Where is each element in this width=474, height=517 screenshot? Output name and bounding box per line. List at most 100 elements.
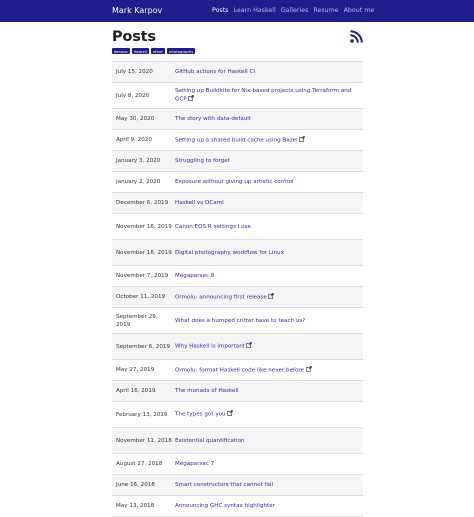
nav-link-about-me[interactable]: About me [344, 6, 375, 15]
post-date: May 13, 2018 [116, 503, 155, 509]
external-link-icon [227, 410, 233, 417]
tag-haskell[interactable]: haskell [131, 48, 149, 54]
tag-other[interactable]: other [150, 48, 166, 54]
nav-link-posts[interactable]: Posts [212, 6, 228, 15]
tag-list: devops haskell other photography [112, 48, 196, 54]
post-row: November 16, 2019 Digital photography wor… [112, 240, 363, 266]
post-title-text: Haskell vs OCaml [175, 200, 224, 206]
post-title-link[interactable]: What does a humped critter have to teach… [172, 308, 363, 333]
post-title-text: Announcing GHC syntax highlighter [175, 503, 275, 509]
post-title-text: Why Haskell is important [175, 342, 253, 351]
post-date: November 16, 2019 [116, 249, 172, 256]
post-title-link[interactable]: Struggling to forget [172, 151, 363, 171]
post-title-text: What does a humped critter have to teach… [175, 317, 306, 324]
post-date: November 11, 2018 [116, 437, 172, 444]
post-title-link[interactable]: Canon EOS R settings I use [172, 214, 363, 239]
post-row: January 3, 2020 Struggling to forget [112, 151, 363, 172]
nav-links: Posts Learn Haskell Galleries Resume Abo… [212, 6, 374, 15]
post-title-text: Setting up a shared build cache using Ba… [175, 135, 306, 145]
post-title-link[interactable]: The types got you [172, 402, 363, 427]
post-date: May 27, 2019 [116, 367, 155, 373]
post-row: June 16, 2018 Smart constructors that can… [112, 475, 363, 496]
post-title-link[interactable]: Megaparsec 8 [172, 266, 363, 286]
post-title-text: Megaparsec 7 [175, 461, 215, 467]
post-row: November 11, 2018 Existential quantificat… [112, 428, 363, 454]
post-row: January 2, 2020 Exposure without giving u… [112, 172, 363, 193]
external-link-icon [305, 365, 312, 372]
post-date: August 27, 2018 [116, 461, 163, 467]
post-row: April 16, 2019 The monads of Haskell [112, 381, 363, 402]
post-row: December 6, 2019 Haskell vs OCaml [112, 193, 363, 214]
post-title-link[interactable]: Existential quantification [172, 428, 363, 453]
post-title-link[interactable]: Haskell vs OCaml [172, 193, 363, 213]
post-date: November 16, 2019 [116, 223, 172, 230]
external-link-icon [188, 95, 194, 102]
nav-link-learn-haskell[interactable]: Learn Haskell [233, 6, 275, 15]
post-date: January 3, 2020 [116, 158, 161, 164]
site-brand[interactable]: Mark Karpov [112, 5, 162, 16]
post-date: May 30, 2020 [116, 116, 155, 122]
post-title-link[interactable]: GitHub actions for Haskell CI [172, 62, 363, 82]
post-title-link[interactable]: Ormolu: format Haskell code like never b… [172, 360, 363, 380]
post-title-text: The story with data-default [175, 116, 252, 122]
post-date: November 7, 2019 [116, 273, 169, 279]
post-row: July 15, 2020 GitHub actions for Haskell … [112, 62, 363, 83]
post-date: July 15, 2020 [116, 69, 153, 75]
tag-photography[interactable]: photography [167, 48, 196, 54]
post-title-text: The monads of Haskell [175, 388, 239, 394]
post-row: August 27, 2018 Megaparsec 7 [112, 454, 363, 475]
post-title-link[interactable]: Ormolu: announcing first release [172, 287, 363, 307]
post-title-link[interactable]: Announcing GHC syntax highlighter [172, 496, 363, 516]
post-row: May 13, 2018 Announcing GHC syntax highli… [112, 496, 363, 517]
post-row: May 30, 2020 The story with data-default [112, 109, 363, 130]
post-row: February 13, 2019 The types got you [112, 402, 363, 428]
post-title-text: Ormolu: announcing first release [175, 292, 275, 302]
post-title-link[interactable]: Smart constructors that cannot fail [172, 475, 363, 495]
post-date: July 8, 2020 [116, 92, 150, 99]
post-date: June 16, 2018 [116, 482, 155, 488]
post-row: April 9, 2020 Setting up a shared build c… [112, 130, 363, 151]
post-title-link[interactable]: The monads of Haskell [172, 381, 363, 401]
post-date: October 11, 2019 [116, 294, 166, 300]
post-title-text: Existential quantification [175, 437, 245, 444]
external-link-icon [268, 292, 275, 299]
external-link-icon [299, 135, 306, 142]
post-date: February 13, 2019 [116, 411, 168, 418]
post-title-link[interactable]: Megaparsec 7 [172, 454, 363, 474]
post-row: September 6, 2019 Why Haskell is importan… [112, 334, 363, 360]
nav-link-resume[interactable]: Resume [313, 6, 338, 15]
post-title-text: Digital photography workflow for Linux [175, 249, 284, 256]
post-title-text: Exposure without giving up artistic cont… [175, 179, 294, 185]
post-title-link[interactable]: Exposure without giving up artistic cont… [172, 172, 363, 192]
post-title-text: Struggling to forget [175, 158, 230, 164]
post-title-text: Smart constructors that cannot fail [175, 482, 274, 488]
post-row: May 27, 2019 Ormolu: format Haskell code … [112, 360, 363, 381]
top-navbar: Mark Karpov Posts Learn Haskell Gallerie… [0, 0, 474, 22]
post-row: September 29, 2019 What does a humped cri… [112, 308, 363, 334]
post-date: December 6, 2019 [116, 200, 169, 206]
post-title-text: Canon EOS R settings I use [175, 223, 251, 230]
post-row: July 8, 2020 Setting up Buildkite for Nix… [112, 83, 363, 109]
post-title-link[interactable]: Setting up a shared build cache using Ba… [172, 130, 363, 150]
post-title-text: GitHub actions for Haskell CI [175, 69, 256, 75]
page-title: Posts [112, 29, 156, 45]
post-title-link[interactable]: Why Haskell is important [172, 334, 363, 359]
post-title-link[interactable]: Setting up Buildkite for Nix-based proje… [172, 83, 363, 108]
post-title-text: The types got you [175, 410, 233, 419]
post-date: September 29, 2019 [116, 313, 158, 328]
post-title-link[interactable]: The story with data-default [172, 109, 363, 129]
tag-devops[interactable]: devops [112, 48, 130, 54]
post-row: October 11, 2019 Ormolu: announcing first… [112, 287, 363, 308]
post-row: November 7, 2019 Megaparsec 8 [112, 266, 363, 287]
external-link-icon [246, 342, 253, 349]
post-row: November 16, 2019 Canon EOS R settings I … [112, 214, 363, 240]
post-date: April 9, 2020 [116, 137, 152, 143]
post-title-text: Setting up Buildkite for Nix-based proje… [175, 88, 352, 103]
post-title-text: Megaparsec 8 [175, 273, 215, 279]
post-title-text: Ormolu: format Haskell code like never b… [175, 365, 312, 375]
rss-feed-icon[interactable] [350, 30, 363, 43]
post-date: April 16, 2019 [116, 388, 156, 394]
post-title-link[interactable]: Digital photography workflow for Linux [172, 240, 363, 265]
nav-link-galleries[interactable]: Galleries [281, 6, 309, 15]
post-date: September 6, 2019 [116, 343, 171, 350]
